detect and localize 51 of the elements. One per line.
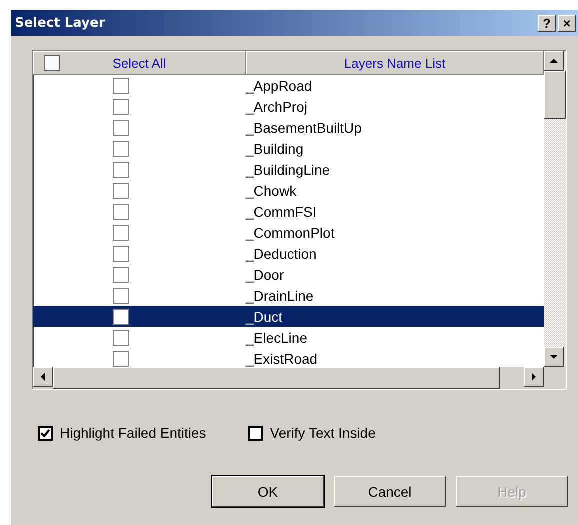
checkbox[interactable] — [112, 162, 128, 178]
layer-name[interactable]: _AppRoad — [246, 78, 312, 94]
scroll-right-button[interactable] — [524, 367, 544, 387]
layer-name[interactable]: _Door — [246, 266, 284, 282]
layer-name[interactable]: _DrainLine — [246, 288, 314, 304]
window-title: Select Layer — [15, 16, 106, 30]
close-button[interactable]: × — [558, 14, 576, 32]
layer-name[interactable]: _ExistRoad — [246, 350, 318, 366]
checkbox[interactable] — [112, 266, 128, 282]
up-triangle-icon — [550, 59, 558, 63]
scroll-left-button[interactable] — [33, 367, 53, 387]
left-triangle-icon — [41, 373, 45, 381]
scroll-up-button[interactable] — [544, 51, 564, 71]
checkbox[interactable] — [112, 182, 128, 198]
down-triangle-icon — [550, 355, 558, 359]
dialog-button[interactable]: OK — [212, 476, 324, 507]
layer-name[interactable]: _CommFSI — [246, 204, 317, 220]
layer-name[interactable]: _Building — [246, 140, 304, 156]
right-triangle-icon — [532, 373, 536, 381]
layer-name[interactable]: _ArchProj — [246, 98, 308, 114]
layer-name[interactable]: _Deduction — [246, 246, 317, 262]
checkbox[interactable] — [112, 140, 128, 156]
checkbox[interactable] — [38, 426, 53, 440]
layer-name[interactable]: _BasementBuiltUp — [246, 120, 362, 136]
option-label: Verify Text Inside — [270, 425, 376, 441]
checkbox[interactable] — [112, 288, 128, 304]
checkbox[interactable] — [112, 120, 128, 136]
scrollbar-thumb[interactable] — [53, 367, 500, 389]
layer-name[interactable]: _Duct — [246, 308, 283, 324]
checkbox[interactable] — [112, 98, 128, 114]
layer-name[interactable]: _BuildingLine — [246, 162, 330, 178]
option-label: Highlight Failed Entities — [60, 425, 206, 441]
checkbox[interactable] — [248, 426, 264, 440]
select-all-checkbox[interactable] — [44, 55, 60, 71]
selected-row[interactable]: _Duct — [33, 306, 544, 327]
layer-name[interactable]: _CommonPlot — [246, 224, 335, 240]
checkbox[interactable] — [112, 78, 128, 94]
layer-name[interactable]: _ElecLine — [246, 330, 308, 346]
column-header[interactable]: Select All — [33, 51, 246, 75]
help-button[interactable]: ? — [538, 14, 556, 32]
layer-name[interactable]: _Chowk — [246, 182, 297, 198]
scrollbar-thumb[interactable] — [544, 71, 566, 119]
checkbox[interactable] — [112, 330, 128, 346]
scroll-down-button[interactable] — [544, 347, 564, 367]
checkbox[interactable] — [112, 246, 128, 262]
checkbox[interactable] — [112, 224, 128, 240]
column-header[interactable]: Layers Name List — [246, 51, 544, 75]
checkbox[interactable] — [112, 308, 128, 324]
checkbox[interactable] — [112, 204, 128, 220]
checkbox[interactable] — [112, 350, 128, 366]
dialog-button[interactable]: Cancel — [334, 476, 446, 507]
